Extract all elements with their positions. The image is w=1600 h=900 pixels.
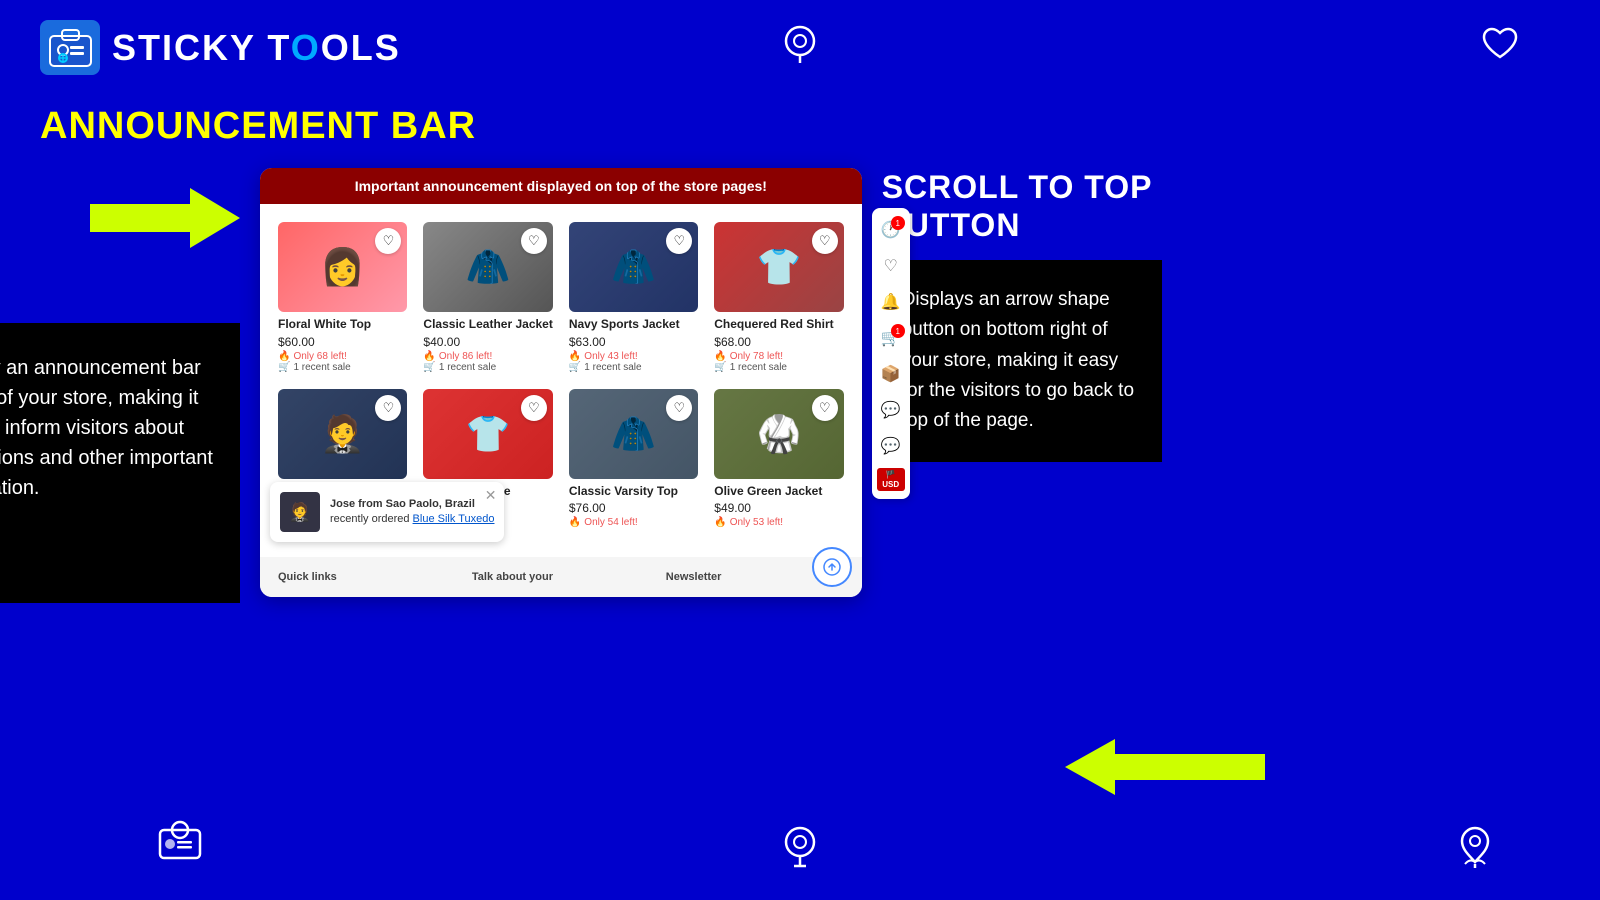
product-image: 🧥 ♡ [569,389,698,479]
footer-col-about: Talk about your [464,567,658,587]
notification-avatar: 🤵 [280,492,320,532]
wishlist-button[interactable]: ♡ [812,395,838,421]
sidebar-bell-icon[interactable]: 🔔 [877,288,905,316]
wishlist-button[interactable]: ♡ [375,228,401,254]
right-description-box: Displays an arrow shape button on bottom… [882,260,1162,462]
sidebar-currency-selector[interactable]: 🏴USD [877,468,905,491]
scroll-top-arrow [1065,739,1265,795]
wishlist-button[interactable]: ♡ [521,395,547,421]
left-description-box: Display an announcement bar on top of yo… [0,323,240,603]
product-stock: 🔥Only 43 left! [569,351,698,362]
product-image: 👕 ♡ [714,222,843,312]
product-image: 👩 ♡ [278,222,407,312]
sidebar-messenger-icon[interactable]: 💬 [877,432,905,460]
right-section: SCROLL TO TOP BUTTON Displays an arrow s… [882,168,1162,462]
bottom-right-icon [1450,820,1500,875]
header: STICKY TOOLS [0,0,1600,95]
bottom-left-icon [155,815,205,870]
sidebar-cart-icon[interactable]: 🛒 1 [877,324,905,352]
notification-text: Jose from Sao Paolo, Brazil recently ord… [330,497,494,528]
product-card: 🧥 ♡ Classic Leather Jacket $40.00 🔥Only … [415,214,560,381]
product-image: 🥋 ♡ [714,389,843,479]
product-price: $40.00 [423,335,552,349]
wishlist-button[interactable]: ♡ [521,228,547,254]
product-stock: 🔥Only 68 left! [278,351,407,362]
sidebar-cart-badge: 1 [891,324,905,338]
product-image: 🧥 ♡ [569,222,698,312]
product-name: Classic Varsity Top [569,484,698,500]
sidebar-heart-icon[interactable]: ♡ [877,252,905,280]
product-stock: 🔥Only 53 left! [714,517,843,528]
product-stock: 🔥Only 54 left! [569,517,698,528]
product-price: $49.00 [714,501,843,515]
product-image: 🧥 ♡ [423,222,552,312]
scroll-to-top-button[interactable] [812,547,852,587]
product-image: 👕 ♡ [423,389,552,479]
store-footer: Quick links Talk about your Newsletter [260,557,862,597]
logo-text: STICKY TOOLS [112,27,401,69]
sidebar-clock-icon[interactable]: 🕐 1 [877,216,905,244]
wishlist-button[interactable]: ♡ [666,228,692,254]
sidebar-box-icon[interactable]: 📦 [877,360,905,388]
product-price: $76.00 [569,501,698,515]
product-card: 🧥 ♡ Navy Sports Jacket $63.00 🔥Only 43 l… [561,214,706,381]
header-heart-icon [1480,25,1520,70]
store-preview: Important announcement displayed on top … [260,168,862,597]
header-chat-icon [780,23,820,72]
wishlist-button[interactable]: ♡ [812,228,838,254]
store-sidebar: 🕐 1 ♡ 🔔 🛒 1 📦 💬 💬 🏴USD [872,208,910,499]
sidebar-clock-badge: 1 [891,216,905,230]
left-description-text: Display an announcement bar on top of yo… [0,357,213,499]
notification-close-button[interactable]: ✕ [485,487,497,504]
product-stock: 🔥Only 78 left! [714,351,843,362]
product-card: 👩 ♡ Floral White Top $60.00 🔥Only 68 lef… [270,214,415,381]
product-price: $68.00 [714,335,843,349]
main-layout: Display an announcement bar on top of yo… [0,168,1600,603]
product-name: Navy Sports Jacket [569,317,698,333]
product-name: Classic Leather Jacket [423,317,552,333]
right-description-text: Displays an arrow shape button on bottom… [902,289,1134,432]
product-name: Olive Green Jacket [714,484,843,500]
product-name: Chequered Red Shirt [714,317,843,333]
notification-popup: 🤵 Jose from Sao Paolo, Brazil recently o… [270,482,504,542]
product-card: 👕 ♡ Chequered Red Shirt $68.00 🔥Only 78 … [706,214,851,381]
product-card: 🧥 ♡ Classic Varsity Top $76.00 🔥Only 54 … [561,381,706,548]
product-image: 🤵 ♡ [278,389,407,479]
product-sale: 🛒1 recent sale [714,362,843,373]
product-sale: 🛒1 recent sale [423,362,552,373]
product-sale: 🛒1 recent sale [569,362,698,373]
product-stock: 🔥Only 86 left! [423,351,552,362]
wishlist-button[interactable]: ♡ [375,395,401,421]
announcement-bar-text: Important announcement displayed on top … [355,178,767,194]
logo-icon [40,20,100,75]
product-price: $63.00 [569,335,698,349]
wishlist-button[interactable]: ♡ [666,395,692,421]
footer-col-links: Quick links [270,567,464,587]
store-announcement-bar: Important announcement displayed on top … [260,168,862,204]
product-price: $60.00 [278,335,407,349]
sidebar-whatsapp-icon[interactable]: 💬 [877,396,905,424]
bottom-center-icon [776,822,824,875]
product-card: 🥋 ♡ Olive Green Jacket $49.00 🔥Only 53 l… [706,381,851,548]
logo: STICKY TOOLS [40,20,401,75]
announcement-bar-label: ANNOUNCEMENT BAR [0,95,1600,168]
product-sale: 🛒1 recent sale [278,362,407,373]
scroll-top-section-label: SCROLL TO TOP BUTTON [882,168,1162,245]
notification-product-link[interactable]: Blue Silk Tuxedo [413,513,495,525]
product-name: Floral White Top [278,317,407,333]
